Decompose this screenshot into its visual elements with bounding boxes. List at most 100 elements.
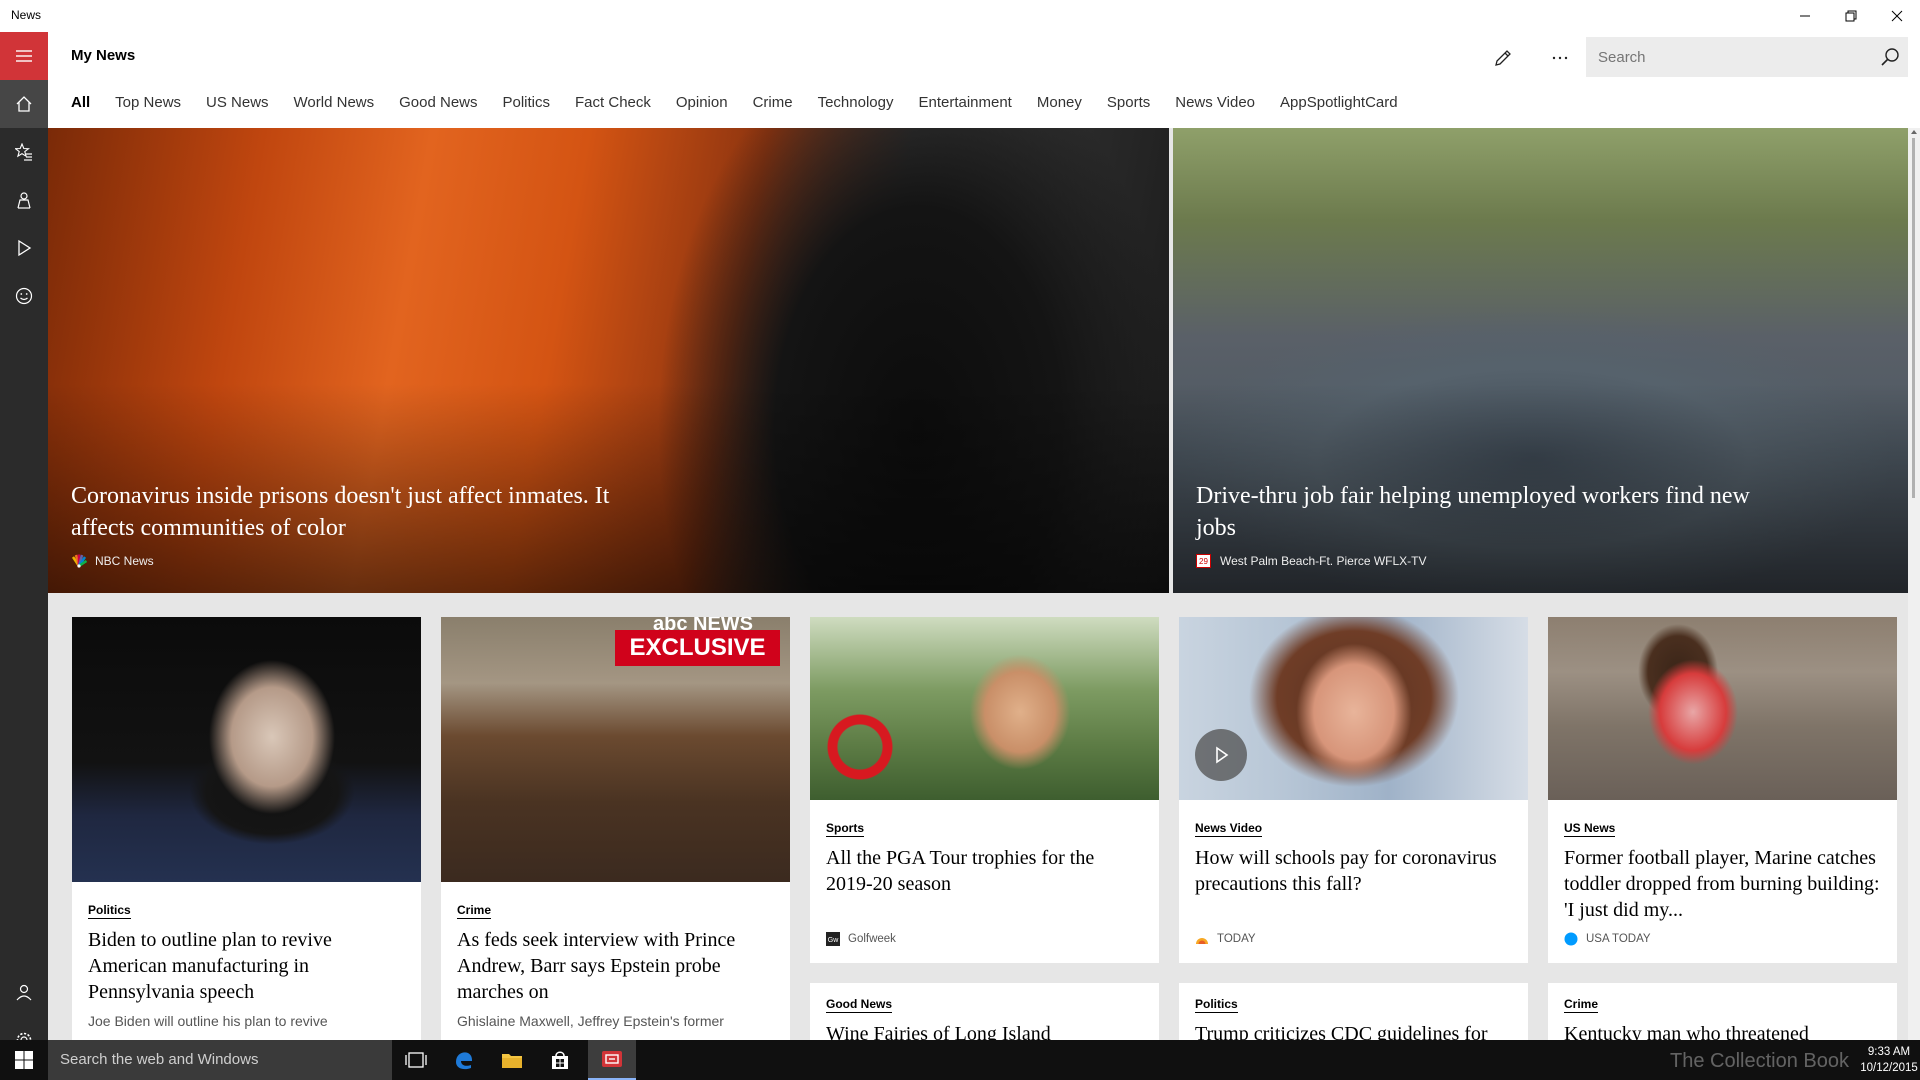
usa-today-logo-icon xyxy=(1564,932,1578,946)
nav-account[interactable] xyxy=(0,968,48,1016)
nav-video[interactable] xyxy=(0,224,48,272)
story-summary: Joe Biden will outline his plan to reviv… xyxy=(88,1013,328,1029)
taskbar-search[interactable]: Search the web and Windows xyxy=(48,1040,392,1080)
person-icon xyxy=(16,984,32,1001)
category-tabs: All Top News US News World News Good New… xyxy=(71,94,1423,118)
search-icon xyxy=(1881,48,1899,66)
news-app-button[interactable] xyxy=(588,1040,636,1080)
video-play-button[interactable] xyxy=(1195,729,1247,781)
news-app-icon xyxy=(602,1051,622,1067)
today-logo-icon xyxy=(1196,938,1208,944)
star-list-icon xyxy=(15,143,32,161)
story-card[interactable]: abc NEWS EXCLUSIVE Crime As feds seek in… xyxy=(441,617,790,1040)
story-card[interactable]: Good News Wine Fairies of Long Island xyxy=(810,983,1159,1040)
close-icon xyxy=(1891,10,1903,22)
story-category: Politics xyxy=(88,903,131,919)
tab-politics[interactable]: Politics xyxy=(503,94,551,118)
search-input[interactable] xyxy=(1586,37,1866,77)
story-category: US News xyxy=(1564,821,1616,837)
tab-crime[interactable]: Crime xyxy=(753,94,793,118)
search-button[interactable] xyxy=(1878,45,1902,69)
tab-news-video[interactable]: News Video xyxy=(1175,94,1255,118)
story-source: TODAY xyxy=(1195,932,1256,946)
folder-icon xyxy=(502,1054,522,1068)
story-title: How will schools pay for coronavirus pre… xyxy=(1195,847,1497,895)
story-card[interactable]: US News Former football player, Marine c… xyxy=(1548,617,1897,963)
file-explorer-button[interactable] xyxy=(488,1040,536,1080)
tab-app-spotlight[interactable]: AppSpotlightCard xyxy=(1280,94,1398,118)
tab-entertainment[interactable]: Entertainment xyxy=(918,94,1011,118)
tab-money[interactable]: Money xyxy=(1037,94,1082,118)
story-card[interactable]: Sports All the PGA Tour trophies for the… xyxy=(810,617,1159,963)
hero-story[interactable]: Drive-thru job fair helping unemployed w… xyxy=(1173,128,1908,593)
windows-logo-icon xyxy=(15,1051,33,1069)
story-image xyxy=(72,617,421,882)
tab-fact-check[interactable]: Fact Check xyxy=(575,94,651,118)
tab-top-news[interactable]: Top News xyxy=(115,94,181,118)
exclusive-badge: EXCLUSIVE xyxy=(615,630,780,666)
title-bar: News xyxy=(0,0,1920,32)
tab-sports[interactable]: Sports xyxy=(1107,94,1150,118)
story-source-name: TODAY xyxy=(1217,933,1256,945)
tab-opinion[interactable]: Opinion xyxy=(676,94,728,118)
clock-date: 10/12/2015 xyxy=(1860,1062,1918,1074)
home-icon xyxy=(16,96,32,112)
nav-feedback[interactable] xyxy=(0,272,48,320)
hamburger-button[interactable] xyxy=(0,32,48,80)
pencil-icon xyxy=(1495,50,1511,66)
tab-us-news[interactable]: US News xyxy=(206,94,269,118)
task-view-button[interactable] xyxy=(392,1040,440,1080)
close-button[interactable] xyxy=(1874,0,1920,32)
hero-story[interactable]: Coronavirus inside prisons doesn't just … xyxy=(48,128,1169,593)
scrollbar-thumb[interactable] xyxy=(1912,138,1915,498)
local-icon xyxy=(17,192,31,209)
story-category: News Video xyxy=(1195,821,1263,837)
left-rail xyxy=(0,32,48,1048)
story-category: Sports xyxy=(826,821,865,837)
story-title: All the PGA Tour trophies for the 2019-2… xyxy=(826,847,1095,895)
hero-source-name: NBC News xyxy=(95,554,154,568)
edit-button[interactable] xyxy=(1481,38,1525,78)
more-button[interactable] xyxy=(1538,38,1582,78)
watermark: The Collection Book xyxy=(1670,1050,1849,1072)
more-icon xyxy=(1552,56,1568,60)
tab-all[interactable]: All xyxy=(71,94,90,118)
svg-text:Gw: Gw xyxy=(828,937,839,944)
tab-world-news[interactable]: World News xyxy=(294,94,375,118)
story-summary: Ghislaine Maxwell, Jeffrey Epstein's for… xyxy=(457,1013,724,1029)
scroll-up-icon[interactable] xyxy=(1910,128,1918,136)
edge-icon xyxy=(456,1052,472,1070)
nav-interests[interactable] xyxy=(0,128,48,176)
story-title: Former football player, Marine catches t… xyxy=(1564,847,1880,921)
story-card[interactable]: Politics Trump criticizes CDC guidelines… xyxy=(1179,983,1528,1040)
edge-button[interactable] xyxy=(440,1040,488,1080)
wflx-logo-icon: 29 xyxy=(1196,554,1211,568)
story-card[interactable]: Crime Kentucky man who threatened xyxy=(1548,983,1897,1040)
store-button[interactable] xyxy=(536,1040,584,1080)
nav-home[interactable] xyxy=(0,80,48,128)
nav-local[interactable] xyxy=(0,176,48,224)
story-title: As feds seek interview with Prince Andre… xyxy=(457,929,736,1003)
clock-time: 9:33 AM xyxy=(1867,1046,1911,1058)
system-clock[interactable]: 9:33 AM 10/12/2015 xyxy=(1860,1044,1918,1076)
story-category: Crime xyxy=(457,903,492,919)
hero-source: 29 West Palm Beach-Ft. Pierce WFLX-TV xyxy=(1196,554,1427,568)
minimize-icon xyxy=(1800,15,1810,17)
story-card[interactable]: News Video How will schools pay for coro… xyxy=(1179,617,1528,963)
start-button[interactable] xyxy=(0,1040,48,1080)
story-title: Kentucky man who threatened xyxy=(1564,1023,1809,1040)
minimize-button[interactable] xyxy=(1782,0,1828,32)
play-icon xyxy=(1216,746,1229,764)
vertical-scrollbar[interactable] xyxy=(1908,128,1920,1040)
story-source-name: USA TODAY xyxy=(1586,933,1651,945)
story-source: USA TODAY xyxy=(1564,932,1651,946)
tab-technology[interactable]: Technology xyxy=(818,94,894,118)
story-category: Good News xyxy=(826,997,893,1013)
task-view-icon xyxy=(405,1052,427,1068)
tab-good-news[interactable]: Good News xyxy=(399,94,477,118)
story-card[interactable]: Politics Biden to outline plan to revive… xyxy=(72,617,421,1040)
abc-news-logo: abc NEWS xyxy=(652,617,754,631)
restore-button[interactable] xyxy=(1828,0,1874,32)
story-source-name: Golfweek xyxy=(848,933,896,945)
header: My News All Top News US News World News … xyxy=(48,32,1920,128)
